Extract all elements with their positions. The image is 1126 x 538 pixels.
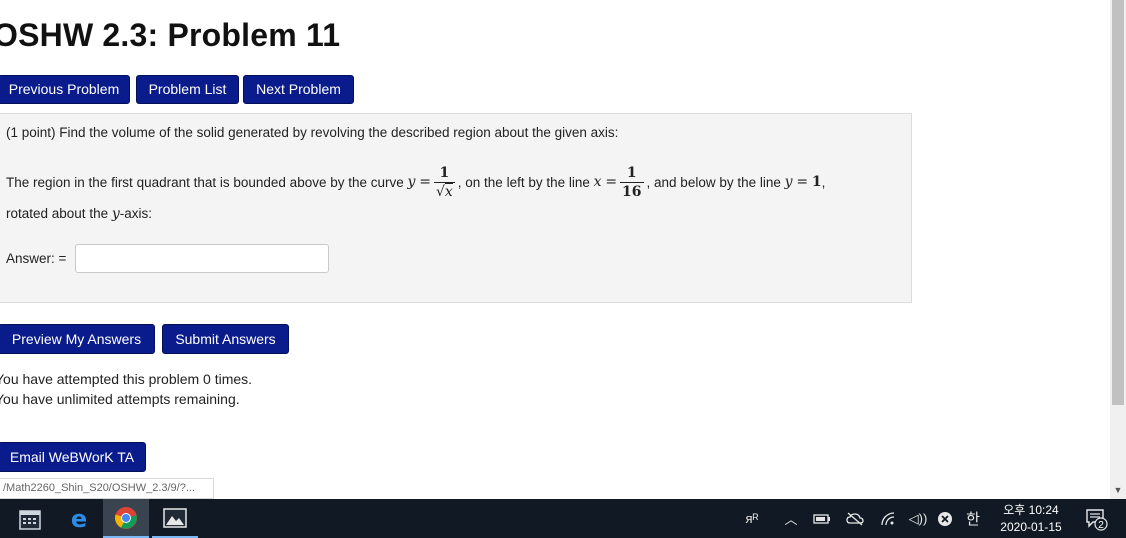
equals-sign-3: = — [796, 174, 809, 190]
below-line-text: , and below by the line — [646, 174, 781, 190]
show-hidden-icons-chevron-icon[interactable]: ︿ — [780, 499, 802, 538]
photos-icon — [163, 507, 187, 528]
curve-variable: y — [407, 174, 416, 190]
svg-text:e: e — [71, 507, 87, 531]
chrome-app-icon[interactable] — [103, 499, 149, 538]
action-center-icon[interactable]: 2 — [1078, 499, 1114, 538]
people-icon[interactable]: ᴙᴿ — [740, 499, 764, 538]
wifi-shape — [881, 511, 895, 525]
curve-den-variable: x — [444, 182, 453, 200]
attempts-text: You have attempted this problem 0 times. — [0, 371, 253, 387]
taskbar-clock[interactable]: 오후 10:24 2020-01-15 — [993, 502, 1069, 536]
left-variable: x — [593, 174, 602, 190]
ime-korean-indicator[interactable]: 한 — [960, 499, 986, 538]
answer-input[interactable] — [75, 244, 329, 273]
sqrt-symbol: √ — [435, 183, 445, 200]
scrollbar-thumb[interactable] — [1112, 0, 1124, 405]
webwork-page: OSHW 2.3: Problem 11 Previous Problem Pr… — [0, 0, 1110, 499]
error-x-icon[interactable] — [933, 499, 957, 538]
cloud-shape — [846, 512, 864, 525]
submit-answers-button[interactable]: Submit Answers — [162, 324, 289, 354]
error-circle-shape — [938, 511, 952, 526]
notification-count: 2 — [1098, 520, 1104, 531]
scroll-down-arrow-icon[interactable]: ▼ — [1110, 482, 1126, 498]
left-line-text: , on the left by the line — [457, 174, 590, 190]
problem-intro: (1 point) Find the volume of the solid g… — [6, 125, 619, 140]
equals-sign-2: = — [605, 174, 618, 190]
notification-bubble: 2 — [1086, 508, 1108, 531]
calendar-app-icon[interactable] — [7, 499, 53, 538]
email-ta-button[interactable]: Email WeBWorK TA — [0, 442, 146, 472]
calendar-icon — [19, 509, 41, 530]
remaining-attempts-text: You have unlimited attempts remaining. — [0, 391, 240, 407]
wifi-icon[interactable] — [876, 499, 900, 538]
end-punctuation: , — [821, 174, 826, 190]
volume-icon[interactable]: ◁)) — [905, 499, 931, 538]
page-title: OSHW 2.3: Problem 11 — [0, 17, 341, 53]
battery-icon[interactable] — [810, 499, 834, 538]
curve-denominator: √x — [434, 182, 455, 201]
below-value: 1 — [811, 174, 822, 190]
clock-time: 오후 10:24 — [1003, 503, 1059, 517]
preview-answers-button[interactable]: Preview My Answers — [0, 324, 155, 354]
curve-numerator: 1 — [433, 164, 455, 183]
previous-problem-button[interactable]: Previous Problem — [0, 75, 130, 104]
photos-app-icon[interactable] — [152, 499, 198, 538]
left-fraction: 1 16 — [620, 164, 644, 201]
left-denominator: 16 — [622, 183, 642, 200]
left-numerator: 1 — [620, 164, 644, 183]
rotated-text: rotated about the — [6, 206, 109, 221]
axis-text: -axis: — [119, 206, 153, 221]
curve-fraction: 1 √x — [433, 164, 455, 201]
rotation-statement: rotated about the y-axis: — [6, 206, 152, 222]
status-url-bar: /Math2260_Shin_S20/OSHW_2.3/9/?... — [0, 478, 214, 499]
edge-app-icon[interactable]: e — [56, 499, 102, 538]
edge-icon: e — [71, 507, 87, 531]
battery-shape — [813, 513, 830, 524]
chrome-icon — [115, 506, 137, 529]
equals-sign: = — [419, 174, 431, 190]
next-problem-button[interactable]: Next Problem — [243, 75, 354, 104]
clock-date: 2020-01-15 — [1000, 520, 1062, 534]
problem-list-button[interactable]: Problem List — [136, 75, 239, 104]
region-text: The region in the first quadrant that is… — [6, 174, 404, 190]
below-variable: y — [784, 174, 793, 190]
axis-variable: y — [111, 206, 120, 222]
problem-statement: The region in the first quadrant that is… — [6, 160, 825, 204]
answer-label: Answer: = — [6, 251, 67, 266]
onedrive-offline-icon[interactable] — [843, 499, 867, 538]
